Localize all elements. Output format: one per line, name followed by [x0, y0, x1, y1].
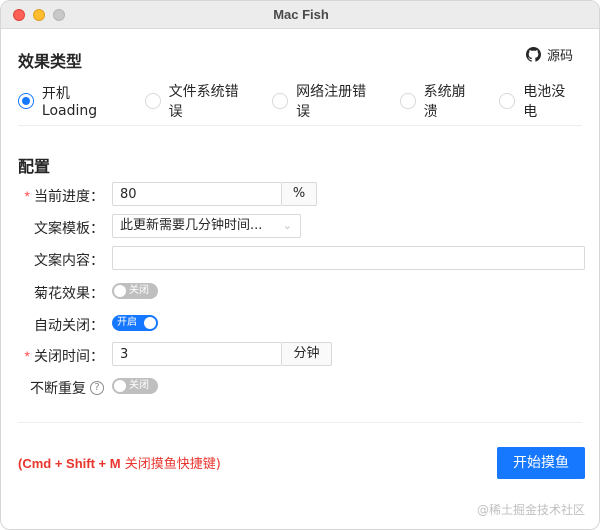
radio-label: 网络注册错误: [296, 84, 367, 120]
repeat-label-text: 不断重复: [30, 381, 86, 397]
close-time-label: * 关闭时间：: [25, 346, 104, 366]
toggle-knob: [114, 285, 126, 297]
auto-close-toggle[interactable]: 开启: [112, 315, 158, 331]
radio-unchecked-icon: [272, 93, 289, 109]
template-select[interactable]: 此更新需要几分钟时间... ⌄: [112, 214, 301, 238]
radio-unchecked-icon: [499, 93, 516, 109]
repeat-label: 不断重复 ?: [30, 378, 104, 398]
close-time-input[interactable]: [112, 342, 282, 366]
question-circle-icon[interactable]: ?: [90, 381, 104, 395]
radio-label: 电池没电: [523, 84, 566, 120]
radio-checked-icon: [18, 93, 34, 109]
close-time-label-text: 关闭时间：: [34, 349, 104, 365]
chrysanthemum-toggle[interactable]: 关闭: [112, 283, 158, 299]
source-link-label: 源码: [546, 49, 573, 64]
required-mark: *: [24, 188, 30, 204]
required-mark: *: [24, 348, 30, 364]
toggle-knob: [114, 380, 126, 392]
progress-label-text: 当前进度：: [34, 189, 104, 205]
content-input[interactable]: [112, 246, 585, 270]
effect-section-title: 效果类型: [18, 52, 83, 71]
watermark: @稀土掘金技术社区: [476, 503, 585, 517]
progress-label: * 当前进度：: [25, 186, 104, 206]
radio-battery-dead[interactable]: 电池没电: [499, 81, 579, 121]
template-select-value: 此更新需要几分钟时间...: [120, 218, 263, 233]
close-time-unit-addon: 分钟: [282, 342, 332, 366]
radio-unchecked-icon: [144, 93, 161, 109]
section-divider: [18, 125, 582, 126]
footer-divider: [18, 422, 582, 423]
progress-unit-addon: %: [282, 182, 317, 206]
title-bar: Mac Fish: [1, 1, 599, 29]
progress-input[interactable]: [112, 182, 282, 206]
start-fishing-button[interactable]: 开始摸鱼: [497, 447, 585, 479]
radio-unchecked-icon: [399, 93, 416, 109]
radio-boot-loading[interactable]: 开机Loading: [18, 83, 125, 119]
radio-label: 开机Loading: [41, 86, 98, 119]
chevron-down-icon: ⌄: [282, 219, 292, 232]
effect-type-radio-group: 开机Loading 文件系统错误 网络注册错误 系统崩溃 电池没电: [18, 81, 599, 121]
template-label: 文案模板：: [34, 221, 104, 237]
config-section-title: 配置: [18, 157, 51, 176]
auto-close-label: 自动关闭：: [34, 318, 104, 334]
repeat-toggle[interactable]: 关闭: [112, 378, 158, 394]
shortcut-text: 关闭摸鱼快捷键): [120, 457, 221, 472]
radio-network-error[interactable]: 网络注册错误: [272, 81, 380, 121]
toggle-state-text: 开启: [117, 317, 137, 328]
shortcut-keys: (Cmd + Shift + M: [18, 456, 121, 471]
radio-system-crash[interactable]: 系统崩溃: [399, 81, 480, 121]
chrysanthemum-label: 菊花效果：: [34, 286, 104, 302]
app-window: Mac Fish 效果类型 源码 开机Loading 文件系统错误 网络注册错误…: [0, 0, 600, 530]
toggle-knob: [144, 317, 156, 329]
toggle-state-text: 关闭: [129, 380, 149, 391]
radio-label: 文件系统错误: [168, 84, 239, 120]
radio-filesystem-error[interactable]: 文件系统错误: [144, 81, 253, 121]
source-link[interactable]: 源码: [525, 45, 573, 64]
window-title: Mac Fish: [273, 7, 329, 22]
github-icon: [525, 47, 541, 62]
toggle-state-text: 关闭: [129, 285, 149, 296]
content-label: 文案内容：: [34, 253, 104, 269]
shortcut-hint: (Cmd + Shift + M 关闭摸鱼快捷键): [18, 453, 221, 472]
radio-label: 系统崩溃: [423, 84, 466, 120]
